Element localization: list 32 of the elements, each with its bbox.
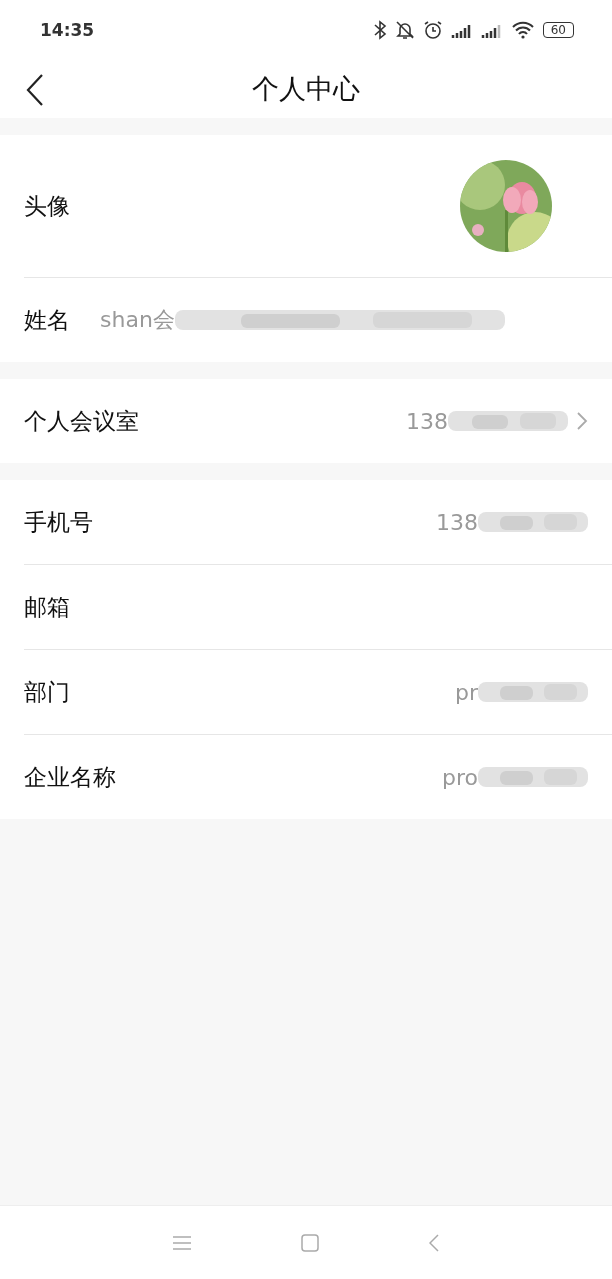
settings-row[interactable]: 姓名 shan会 bbox=[24, 277, 612, 362]
bluetooth-icon bbox=[372, 20, 387, 40]
signal-icon bbox=[480, 22, 503, 38]
row-value: shan会 bbox=[100, 306, 175, 334]
muted-bell-icon bbox=[394, 20, 415, 40]
page-title: 个人中心 bbox=[252, 72, 360, 106]
settings-row[interactable]: 部门 pr bbox=[24, 649, 612, 734]
settings-row[interactable]: 邮箱 bbox=[24, 564, 612, 649]
row-label: 手机号 bbox=[24, 507, 93, 537]
menu-icon[interactable] bbox=[173, 1235, 191, 1250]
row-value: pro bbox=[442, 764, 478, 790]
back-icon[interactable] bbox=[24, 73, 46, 107]
row-label: 企业名称 bbox=[24, 762, 116, 792]
settings-row[interactable]: 手机号 138 bbox=[24, 480, 612, 564]
chevron-icon bbox=[576, 411, 588, 431]
signal-icon bbox=[450, 22, 473, 38]
settings-row[interactable]: 企业名称 pro bbox=[24, 734, 612, 819]
status-time: 14:35 bbox=[40, 20, 95, 40]
home-square-icon[interactable] bbox=[301, 1233, 319, 1252]
row-value: 138 bbox=[436, 509, 478, 535]
row-value: 138 bbox=[406, 408, 448, 434]
wifi-icon bbox=[510, 21, 535, 39]
row-label: 头像 bbox=[24, 191, 70, 221]
row-value: pr bbox=[455, 679, 478, 705]
settings-row[interactable]: 个人会议室 138 bbox=[24, 379, 612, 463]
battery-indicator: 60 bbox=[542, 22, 574, 38]
alarm-icon bbox=[422, 20, 443, 40]
settings-row[interactable]: 头像 bbox=[24, 135, 612, 277]
row-label: 个人会议室 bbox=[24, 406, 139, 436]
row-label: 姓名 bbox=[24, 305, 70, 335]
row-label: 邮箱 bbox=[24, 592, 70, 622]
row-label: 部门 bbox=[24, 677, 70, 707]
